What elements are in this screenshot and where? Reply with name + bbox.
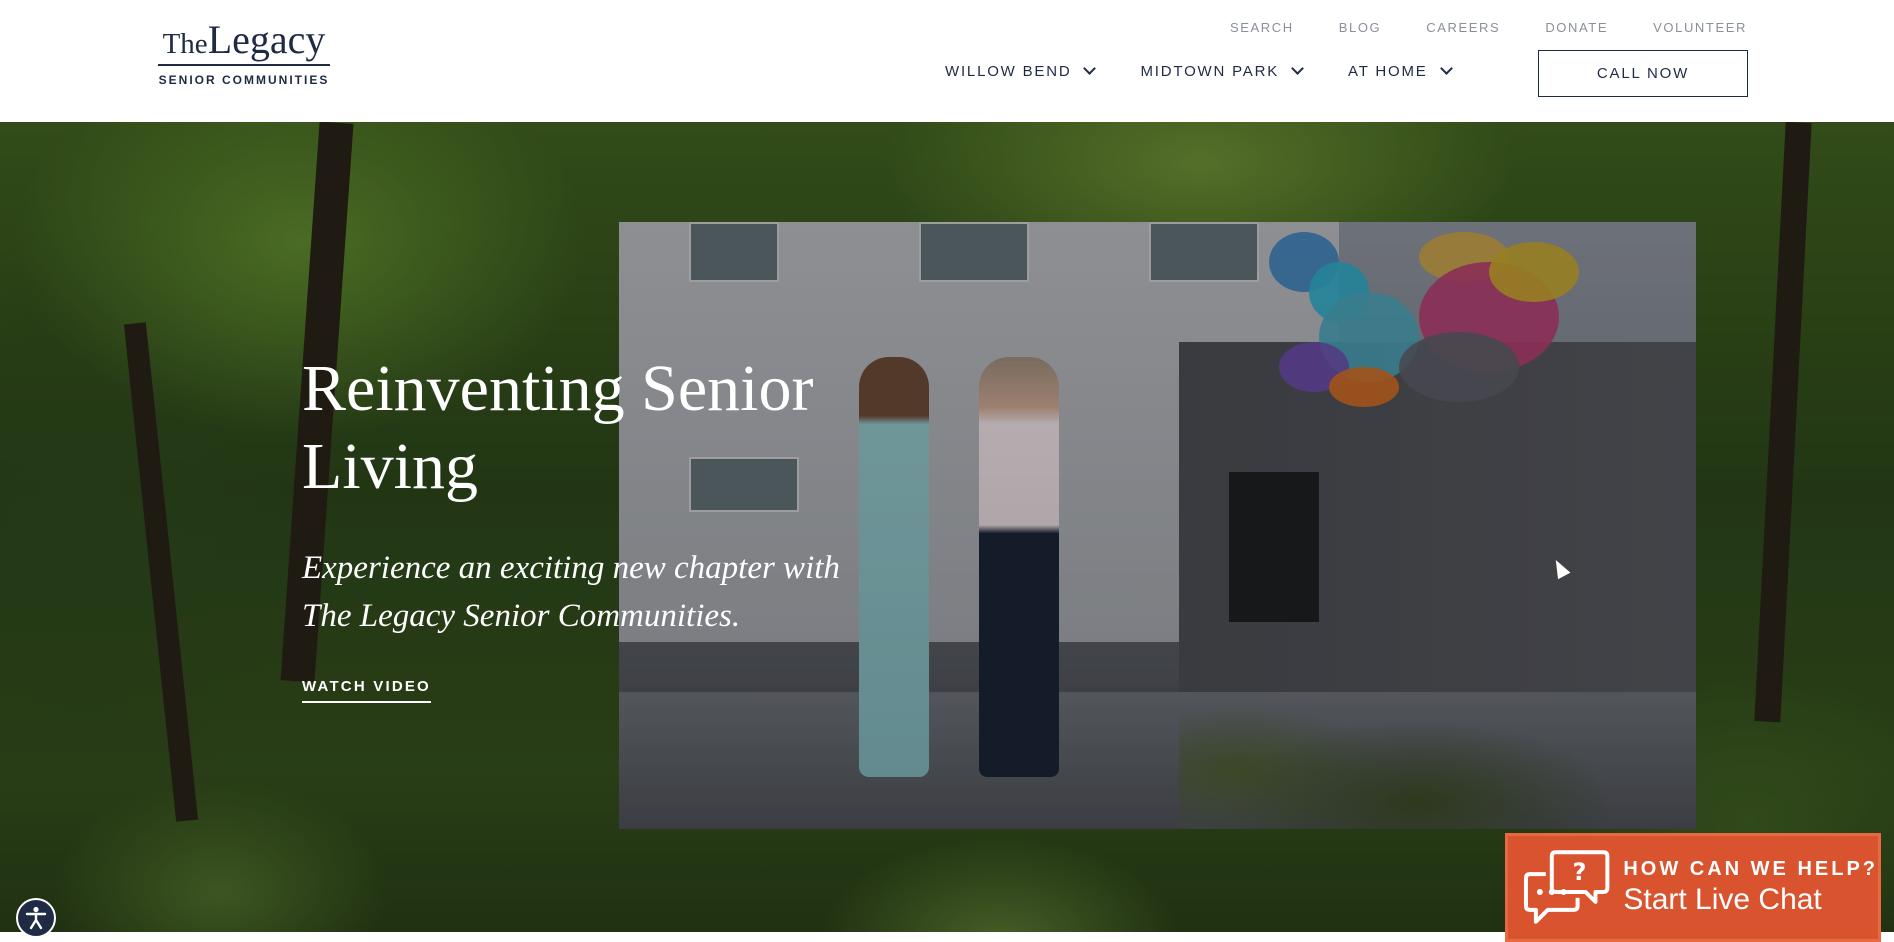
svg-text:?: ? — [1573, 858, 1587, 886]
hero-subtitle: Experience an exciting new chapter with … — [302, 550, 840, 634]
nav-item-at-home[interactable]: AT HOME — [1348, 62, 1453, 80]
logo-legacy: Legacy — [207, 17, 326, 62]
nav-label: AT HOME — [1348, 63, 1428, 80]
util-link-search[interactable]: SEARCH — [1230, 20, 1294, 35]
chevron-down-icon — [1439, 62, 1453, 75]
nav-item-midtown-park[interactable]: MIDTOWN PARK — [1140, 62, 1304, 80]
live-chat-button[interactable]: ? HOW CAN WE HELP? Start Live Chat — [1505, 833, 1881, 942]
accessibility-button[interactable] — [16, 898, 56, 938]
hero-title: Reinventing Senior Living — [302, 352, 814, 503]
watch-video-link[interactable]: WATCH VIDEO — [302, 678, 431, 703]
chat-question: HOW CAN WE HELP? — [1623, 858, 1878, 880]
util-link-careers[interactable]: CAREERS — [1426, 20, 1500, 35]
chat-bubbles-icon: ? — [1523, 849, 1610, 924]
nav-label: MIDTOWN PARK — [1140, 63, 1280, 80]
main-nav: WILLOW BEND MIDTOWN PARK AT HOME — [945, 62, 1497, 80]
logo-the: The — [162, 28, 208, 60]
site-logo[interactable]: TheLegacy SENIOR COMMUNITIES — [158, 20, 330, 94]
nav-item-willow-bend[interactable]: WILLOW BEND — [945, 62, 1097, 80]
util-link-blog[interactable]: BLOG — [1339, 20, 1382, 35]
logo-rule — [158, 64, 330, 66]
nav-label: WILLOW BEND — [945, 63, 1072, 80]
accessibility-icon — [25, 906, 47, 930]
utility-nav: SEARCH BLOG CAREERS DONATE VOLUNTEER — [1185, 20, 1747, 35]
hero-section: Reinventing Senior Living Experience an … — [0, 122, 1894, 932]
hero-text: Reinventing Senior Living Experience an … — [302, 350, 922, 640]
logo-subtitle: SENIOR COMMUNITIES — [158, 73, 330, 87]
util-link-volunteer[interactable]: VOLUNTEER — [1653, 20, 1747, 35]
chevron-down-icon — [1083, 62, 1097, 75]
chat-action: Start Live Chat — [1623, 883, 1822, 916]
site-header: TheLegacy SENIOR COMMUNITIES SEARCH BLOG… — [0, 0, 1894, 122]
util-link-donate[interactable]: DONATE — [1545, 20, 1608, 35]
chevron-down-icon — [1291, 62, 1304, 75]
call-now-button[interactable]: CALL NOW — [1538, 50, 1748, 97]
